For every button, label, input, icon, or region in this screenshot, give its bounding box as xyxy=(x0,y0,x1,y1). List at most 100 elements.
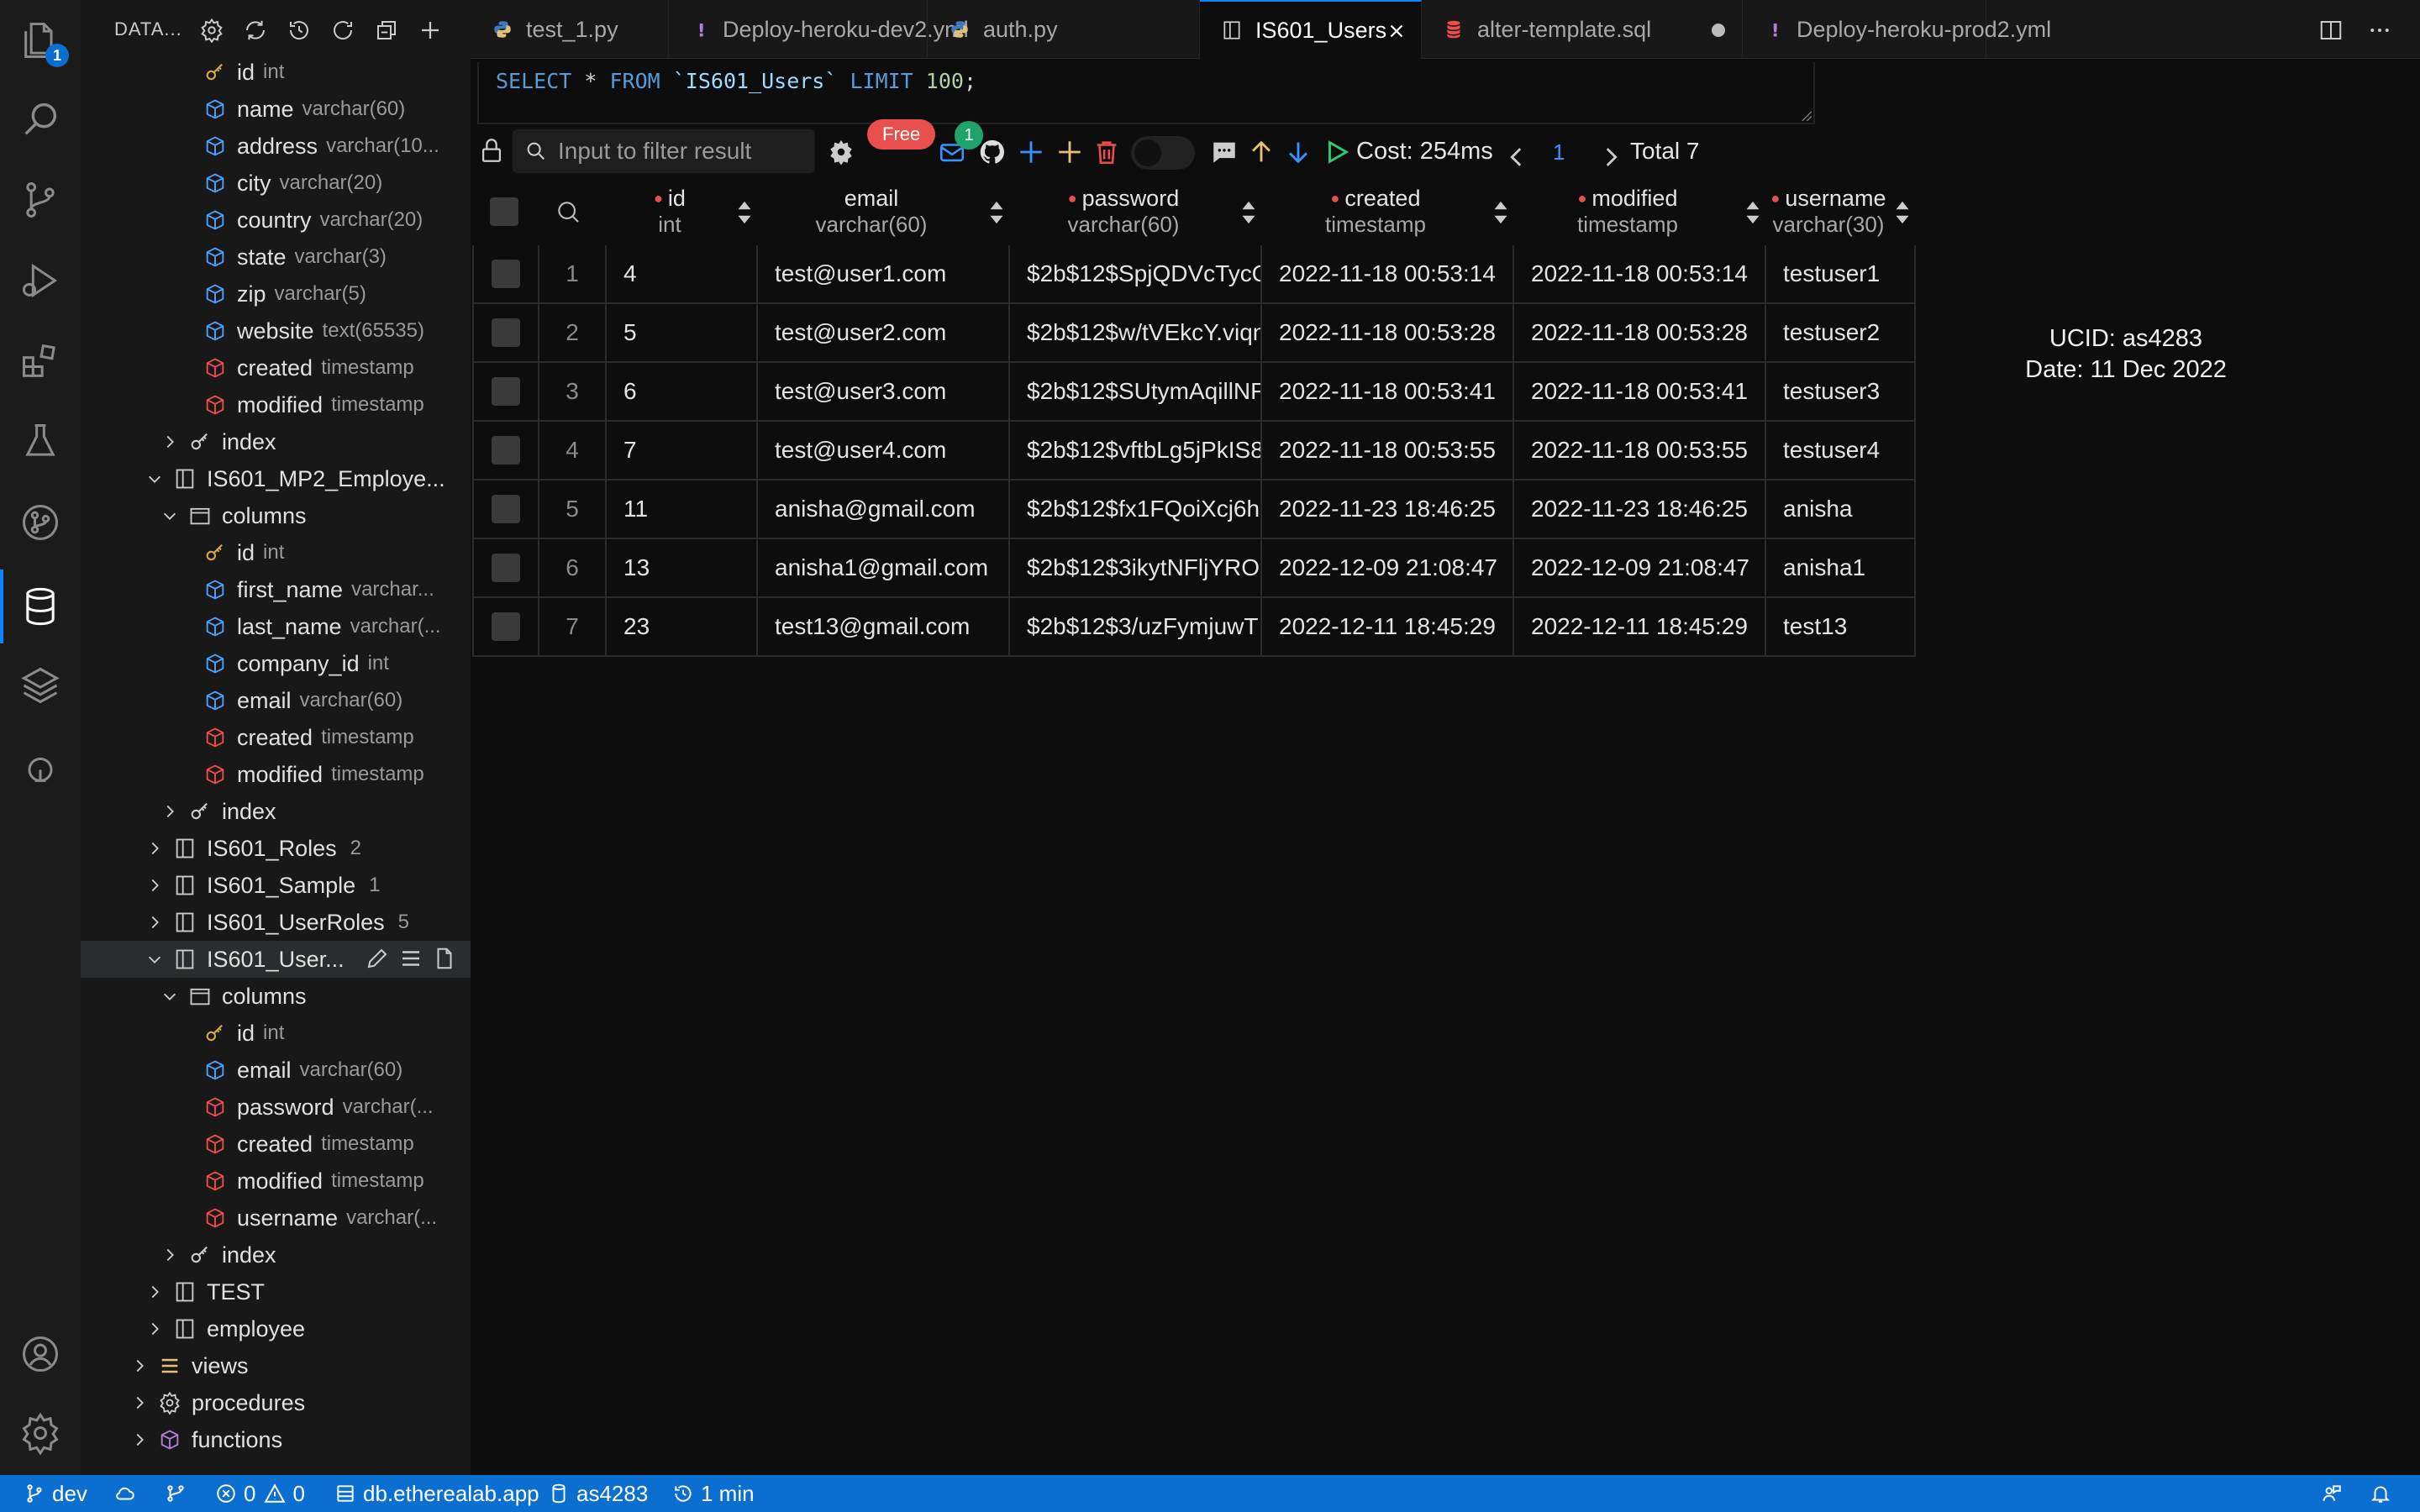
tree-item-column[interactable]: created timestamp xyxy=(81,349,471,386)
tab-alter-template-sql[interactable]: alter-template.sql xyxy=(1422,0,1743,59)
edit-pencil-icon[interactable] xyxy=(365,946,390,971)
sort-icon[interactable] xyxy=(1492,200,1509,225)
account-icon[interactable] xyxy=(17,1331,64,1378)
remote-explorer-icon[interactable] xyxy=(17,743,64,790)
connection-status[interactable]: db.etherealab.app xyxy=(334,1475,539,1512)
select-all-checkbox[interactable] xyxy=(487,180,521,244)
database-icon[interactable] xyxy=(0,570,64,643)
comment-icon[interactable] xyxy=(1210,138,1239,166)
git-graph-status[interactable] xyxy=(165,1475,193,1512)
cell-id[interactable]: 5 xyxy=(607,304,758,363)
tree-item-column[interactable]: id int xyxy=(81,1015,471,1052)
chevron-down-icon[interactable] xyxy=(158,984,182,1008)
prev-page-icon[interactable] xyxy=(1502,143,1531,171)
tree-item-table[interactable]: employee xyxy=(81,1310,471,1347)
tree-item-column[interactable]: last_name varchar(... xyxy=(81,608,471,645)
notifications-status[interactable] xyxy=(2370,1475,2398,1512)
sort-down-icon[interactable] xyxy=(1284,138,1313,166)
add-connection-icon[interactable] xyxy=(415,15,445,45)
unsaved-dot-icon[interactable] xyxy=(1712,24,1725,37)
cell-id[interactable]: 4 xyxy=(607,245,758,304)
table-row[interactable]: 4 7 test@user4.com $2b$12$vftbLg5jPkIS8 2022… xyxy=(472,422,1916,480)
tree-item-column[interactable]: password varchar(... xyxy=(81,1089,471,1126)
chevron-right-icon[interactable] xyxy=(143,874,166,897)
tree-item-table[interactable]: TEST xyxy=(81,1273,471,1310)
collapse-all-icon[interactable] xyxy=(371,15,402,45)
sync-icon[interactable] xyxy=(240,15,271,45)
cell-email[interactable]: test@user2.com xyxy=(758,304,1010,363)
sort-icon[interactable] xyxy=(1744,200,1761,225)
tree-item-folder[interactable]: index xyxy=(81,1236,471,1273)
tree-item-folder[interactable]: columns xyxy=(81,978,471,1015)
tree-item-column[interactable]: modified timestamp xyxy=(81,386,471,423)
row-checkbox-cell[interactable] xyxy=(472,363,539,422)
chevron-right-icon[interactable] xyxy=(128,1354,151,1378)
close-icon[interactable] xyxy=(1384,18,1409,44)
tree-item-column[interactable]: created timestamp xyxy=(81,719,471,756)
tree-item-table[interactable]: IS601_Sample 1 xyxy=(81,867,471,904)
row-checkbox-cell[interactable] xyxy=(472,422,539,480)
cell-username[interactable]: testuser3 xyxy=(1766,363,1916,422)
cell-created[interactable]: 2022-11-18 00:53:28 xyxy=(1262,304,1514,363)
cell-username[interactable]: testuser1 xyxy=(1766,245,1916,304)
cell-email[interactable]: test@user3.com xyxy=(758,363,1010,422)
problems-status[interactable]: 0 0 xyxy=(215,1475,305,1512)
result-settings-icon[interactable] xyxy=(827,138,855,166)
cell-password[interactable]: $2b$12$3ikytNFljYROl xyxy=(1010,539,1262,598)
cell-created[interactable]: 2022-11-18 00:53:14 xyxy=(1262,245,1514,304)
row-checkbox[interactable] xyxy=(492,495,520,523)
row-checkbox-cell[interactable] xyxy=(472,304,539,363)
column-header-modified[interactable]: ● modified timestamp xyxy=(1514,180,1741,244)
table-row[interactable]: 7 23 test13@gmail.com $2b$12$3/uzFymjuwT 202… xyxy=(472,598,1916,657)
column-header-password[interactable]: ● password varchar(60) xyxy=(1010,180,1237,244)
table-row[interactable]: 3 6 test@user3.com $2b$12$SUtymAqillNF 2022-… xyxy=(472,363,1916,422)
cell-password[interactable]: $2b$12$3/uzFymjuwT xyxy=(1010,598,1262,657)
cell-created[interactable]: 2022-12-11 18:45:29 xyxy=(1262,598,1514,657)
chevron-down-icon[interactable] xyxy=(143,948,166,971)
tree-item-table[interactable]: IS601_User... xyxy=(81,941,471,978)
history-icon[interactable] xyxy=(284,15,314,45)
tree-item-column[interactable]: name varchar(60) xyxy=(81,91,471,128)
tree-item-column[interactable]: id int xyxy=(81,534,471,571)
cell-password[interactable]: $2b$12$SUtymAqillNF xyxy=(1010,363,1262,422)
tree-item-column[interactable]: state varchar(3) xyxy=(81,239,471,276)
cell-username[interactable]: anisha xyxy=(1766,480,1916,539)
tree-item-column[interactable]: email varchar(60) xyxy=(81,1052,471,1089)
cell-created[interactable]: 2022-11-18 00:53:55 xyxy=(1262,422,1514,480)
settings-icon[interactable] xyxy=(197,15,227,45)
column-header-email[interactable]: email varchar(60) xyxy=(758,180,985,244)
row-checkbox[interactable] xyxy=(492,612,520,641)
live-share-status[interactable] xyxy=(2321,1475,2349,1512)
tree-item-table[interactable]: IS601_UserRoles 5 xyxy=(81,904,471,941)
row-checkbox[interactable] xyxy=(492,377,520,406)
edit-mode-toggle[interactable] xyxy=(1131,136,1195,170)
cell-username[interactable]: test13 xyxy=(1766,598,1916,657)
chevron-right-icon[interactable] xyxy=(128,1428,151,1452)
resize-grip-icon[interactable] xyxy=(1800,109,1812,121)
git-graph-icon[interactable] xyxy=(17,499,64,546)
cell-password[interactable]: $2b$12$vftbLg5jPkIS8 xyxy=(1010,422,1262,480)
split-editor-icon[interactable] xyxy=(2314,13,2348,47)
next-page-icon[interactable] xyxy=(1597,143,1625,171)
cell-email[interactable]: test@user1.com xyxy=(758,245,1010,304)
cell-created[interactable]: 2022-11-23 18:46:25 xyxy=(1262,480,1514,539)
cell-id[interactable]: 11 xyxy=(607,480,758,539)
tree-item-column[interactable]: modified timestamp xyxy=(81,1163,471,1200)
table-row[interactable]: 1 4 test@user1.com $2b$12$SpjQDVcTycQ 2022-1… xyxy=(472,245,1916,304)
tree-item-column[interactable]: company_id int xyxy=(81,645,471,682)
tree-item-column[interactable]: email varchar(60) xyxy=(81,682,471,719)
github-icon[interactable] xyxy=(978,138,1007,166)
tree-item-column[interactable]: first_name varchar... xyxy=(81,571,471,608)
tree-item-column[interactable]: city varchar(20) xyxy=(81,165,471,202)
cell-password[interactable]: $2b$12$w/tVEkcY.viqn xyxy=(1010,304,1262,363)
row-checkbox[interactable] xyxy=(492,318,520,347)
testing-icon[interactable] xyxy=(17,418,64,465)
tree-item-column[interactable]: website text(65535) xyxy=(81,312,471,349)
chevron-right-icon[interactable] xyxy=(128,1391,151,1415)
cell-password[interactable]: $2b$12$fx1FQoiXcj6h xyxy=(1010,480,1262,539)
tree-item-column[interactable]: modified timestamp xyxy=(81,756,471,793)
delete-icon[interactable] xyxy=(1092,138,1121,166)
tab-auth-py[interactable]: auth.py xyxy=(928,0,1200,59)
document-icon[interactable] xyxy=(432,946,457,971)
tree-item-column[interactable]: username varchar(... xyxy=(81,1200,471,1236)
